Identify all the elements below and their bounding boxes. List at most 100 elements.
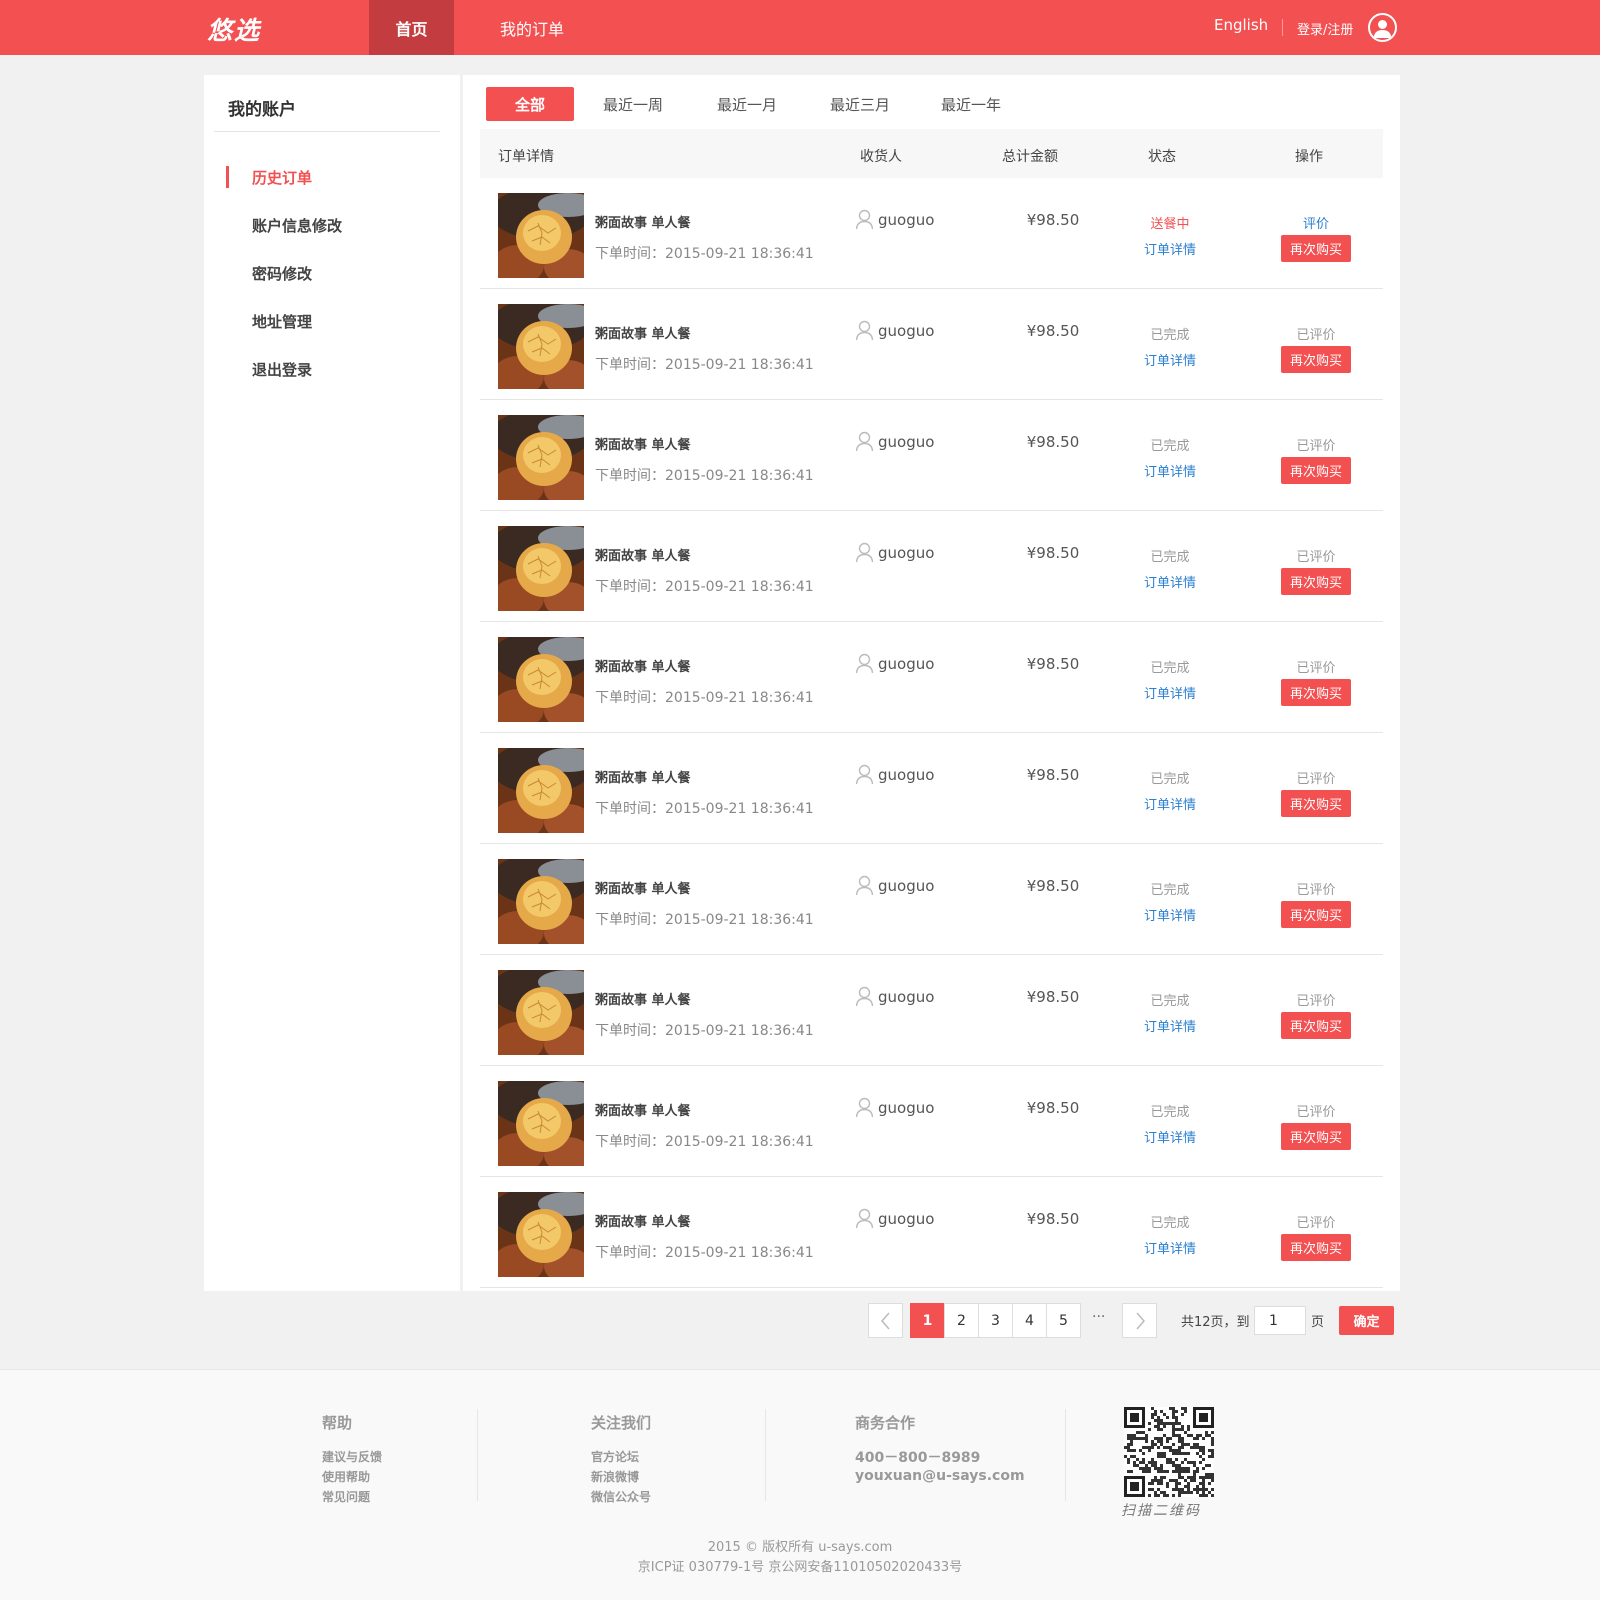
rebuy-button[interactable]: 再次购买 bbox=[1281, 568, 1351, 595]
table-row: 粥面故事 单人餐 下单时间：2015-09-21 18:36:41 guoguo ¥9… bbox=[480, 289, 1383, 400]
recipient: guoguo bbox=[855, 1097, 934, 1118]
order-detail-link[interactable]: 订单详情 bbox=[1120, 350, 1220, 369]
dish-name[interactable]: 粥面故事 单人餐 bbox=[595, 434, 691, 453]
account-sidebar: 我的账户 历史订单 账户信息修改 密码修改 地址管理 退出登录 bbox=[204, 75, 460, 1291]
page-1-button[interactable]: 1 bbox=[910, 1303, 945, 1338]
review-action: 已评价 bbox=[1296, 328, 1336, 343]
dish-thumbnail[interactable] bbox=[498, 193, 584, 278]
dish-thumbnail[interactable] bbox=[498, 748, 584, 833]
rebuy-button[interactable]: 再次购买 bbox=[1281, 901, 1351, 928]
order-detail-link[interactable]: 订单详情 bbox=[1120, 1238, 1220, 1257]
dish-thumbnail[interactable] bbox=[498, 1081, 584, 1166]
sidebar-item-address[interactable]: 地址管理 bbox=[252, 311, 312, 332]
person-icon bbox=[855, 542, 878, 563]
order-status: 已完成 bbox=[1150, 994, 1190, 1009]
order-detail-link[interactable]: 订单详情 bbox=[1120, 572, 1220, 591]
rebuy-button[interactable]: 再次购买 bbox=[1281, 1123, 1351, 1150]
dish-thumbnail[interactable] bbox=[498, 526, 584, 611]
order-detail-link[interactable]: 订单详情 bbox=[1120, 1127, 1220, 1146]
order-time: 下单时间：2015-09-21 18:36:41 bbox=[595, 357, 814, 373]
review-action[interactable]: 评价 bbox=[1266, 213, 1366, 232]
dish-thumbnail[interactable] bbox=[498, 1192, 584, 1277]
tab-last-year[interactable]: 最近一年 bbox=[927, 87, 1015, 121]
table-header: 订单详情 收货人 总计金额 状态 操作 bbox=[480, 129, 1383, 178]
table-row: 粥面故事 单人餐 下单时间：2015-09-21 18:36:41 guoguo ¥9… bbox=[480, 178, 1383, 289]
col-recipient: 收货人 bbox=[860, 149, 902, 165]
nav-home[interactable]: 首页 bbox=[369, 0, 454, 55]
sidebar-item-order-history[interactable]: 历史订单 bbox=[252, 167, 312, 188]
prev-page-icon[interactable] bbox=[868, 1303, 903, 1338]
sidebar-item-account-info[interactable]: 账户信息修改 bbox=[252, 215, 342, 236]
language-switch[interactable]: English bbox=[1214, 16, 1268, 34]
goto-page-input[interactable] bbox=[1254, 1306, 1306, 1335]
tab-last-month[interactable]: 最近一月 bbox=[703, 87, 791, 121]
rebuy-button[interactable]: 再次购买 bbox=[1281, 235, 1351, 262]
person-icon bbox=[855, 431, 878, 452]
table-row: 粥面故事 单人餐 下单时间：2015-09-21 18:36:41 guoguo ¥9… bbox=[480, 955, 1383, 1066]
tab-all[interactable]: 全部 bbox=[486, 87, 574, 121]
page-4-button[interactable]: 4 bbox=[1012, 1303, 1047, 1338]
nav-my-orders[interactable]: 我的订单 bbox=[483, 0, 581, 55]
order-detail-link[interactable]: 订单详情 bbox=[1120, 794, 1220, 813]
footer-email[interactable]: youxuan@u-says.com bbox=[855, 1468, 1025, 1484]
goto-page-confirm-button[interactable]: 确定 bbox=[1339, 1306, 1394, 1335]
order-amount: ¥98.50 bbox=[1026, 211, 1080, 229]
table-row: 粥面故事 单人餐 下单时间：2015-09-21 18:36:41 guoguo ¥9… bbox=[480, 1066, 1383, 1177]
footer-link-wechat[interactable]: 微信公众号 bbox=[591, 1488, 651, 1505]
rebuy-button[interactable]: 再次购买 bbox=[1281, 1012, 1351, 1039]
rebuy-button[interactable]: 再次购买 bbox=[1281, 790, 1351, 817]
order-detail-link[interactable]: 订单详情 bbox=[1120, 683, 1220, 702]
sidebar-item-logout[interactable]: 退出登录 bbox=[252, 359, 312, 380]
dish-name[interactable]: 粥面故事 单人餐 bbox=[595, 1211, 691, 1230]
dish-name[interactable]: 粥面故事 单人餐 bbox=[595, 323, 691, 342]
page-2-button[interactable]: 2 bbox=[944, 1303, 979, 1338]
dish-name[interactable]: 粥面故事 单人餐 bbox=[595, 1100, 691, 1119]
dish-thumbnail[interactable] bbox=[498, 415, 584, 500]
user-avatar-icon[interactable] bbox=[1368, 13, 1397, 42]
dish-thumbnail[interactable] bbox=[498, 859, 584, 944]
dish-name[interactable]: 粥面故事 单人餐 bbox=[595, 989, 691, 1008]
footer-link-feedback[interactable]: 建议与反馈 bbox=[322, 1448, 382, 1465]
table-row: 粥面故事 单人餐 下单时间：2015-09-21 18:36:41 guoguo ¥9… bbox=[480, 844, 1383, 955]
next-page-icon[interactable] bbox=[1122, 1303, 1157, 1338]
dish-name[interactable]: 粥面故事 单人餐 bbox=[595, 767, 691, 786]
tab-last-week[interactable]: 最近一周 bbox=[589, 87, 677, 121]
order-amount: ¥98.50 bbox=[1026, 544, 1080, 562]
order-detail-link[interactable]: 订单详情 bbox=[1120, 239, 1220, 258]
footer-link-usage-help[interactable]: 使用帮助 bbox=[322, 1468, 370, 1485]
sidebar-item-password[interactable]: 密码修改 bbox=[252, 263, 312, 284]
footer-link-faq[interactable]: 常见问题 bbox=[322, 1488, 370, 1505]
table-row: 粥面故事 单人餐 下单时间：2015-09-21 18:36:41 guoguo ¥9… bbox=[480, 733, 1383, 844]
dish-name[interactable]: 粥面故事 单人餐 bbox=[595, 656, 691, 675]
rebuy-button[interactable]: 再次购买 bbox=[1281, 1234, 1351, 1261]
rebuy-button[interactable]: 再次购买 bbox=[1281, 457, 1351, 484]
order-detail-link[interactable]: 订单详情 bbox=[1120, 1016, 1220, 1035]
order-time: 下单时间：2015-09-21 18:36:41 bbox=[595, 1023, 814, 1039]
order-detail-link[interactable]: 订单详情 bbox=[1120, 905, 1220, 924]
tab-last-three-months[interactable]: 最近三月 bbox=[816, 87, 904, 121]
footer-link-weibo[interactable]: 新浪微博 bbox=[591, 1468, 639, 1485]
order-amount: ¥98.50 bbox=[1026, 1099, 1080, 1117]
sidebar-title: 我的账户 bbox=[228, 100, 296, 120]
dish-thumbnail[interactable] bbox=[498, 970, 584, 1055]
logo[interactable]: 悠选 bbox=[207, 11, 261, 47]
table-row: 粥面故事 单人餐 下单时间：2015-09-21 18:36:41 guoguo ¥9… bbox=[480, 400, 1383, 511]
person-icon bbox=[855, 209, 878, 230]
order-time: 下单时间：2015-09-21 18:36:41 bbox=[595, 912, 814, 928]
table-row: 粥面故事 单人餐 下单时间：2015-09-21 18:36:41 guoguo ¥9… bbox=[480, 511, 1383, 622]
qr-code-icon bbox=[1124, 1407, 1214, 1497]
header-divider bbox=[1282, 19, 1283, 36]
order-detail-link[interactable]: 订单详情 bbox=[1120, 461, 1220, 480]
dish-name[interactable]: 粥面故事 单人餐 bbox=[595, 545, 691, 564]
dish-name[interactable]: 粥面故事 单人餐 bbox=[595, 212, 691, 231]
footer-link-forum[interactable]: 官方论坛 bbox=[591, 1448, 639, 1465]
recipient-name: guoguo bbox=[878, 543, 935, 562]
page-5-button[interactable]: 5 bbox=[1046, 1303, 1081, 1338]
dish-thumbnail[interactable] bbox=[498, 304, 584, 389]
login-register-link[interactable]: 登录/注册 bbox=[1297, 19, 1353, 38]
dish-name[interactable]: 粥面故事 单人餐 bbox=[595, 878, 691, 897]
page-3-button[interactable]: 3 bbox=[978, 1303, 1013, 1338]
rebuy-button[interactable]: 再次购买 bbox=[1281, 346, 1351, 373]
rebuy-button[interactable]: 再次购买 bbox=[1281, 679, 1351, 706]
dish-thumbnail[interactable] bbox=[498, 637, 584, 722]
